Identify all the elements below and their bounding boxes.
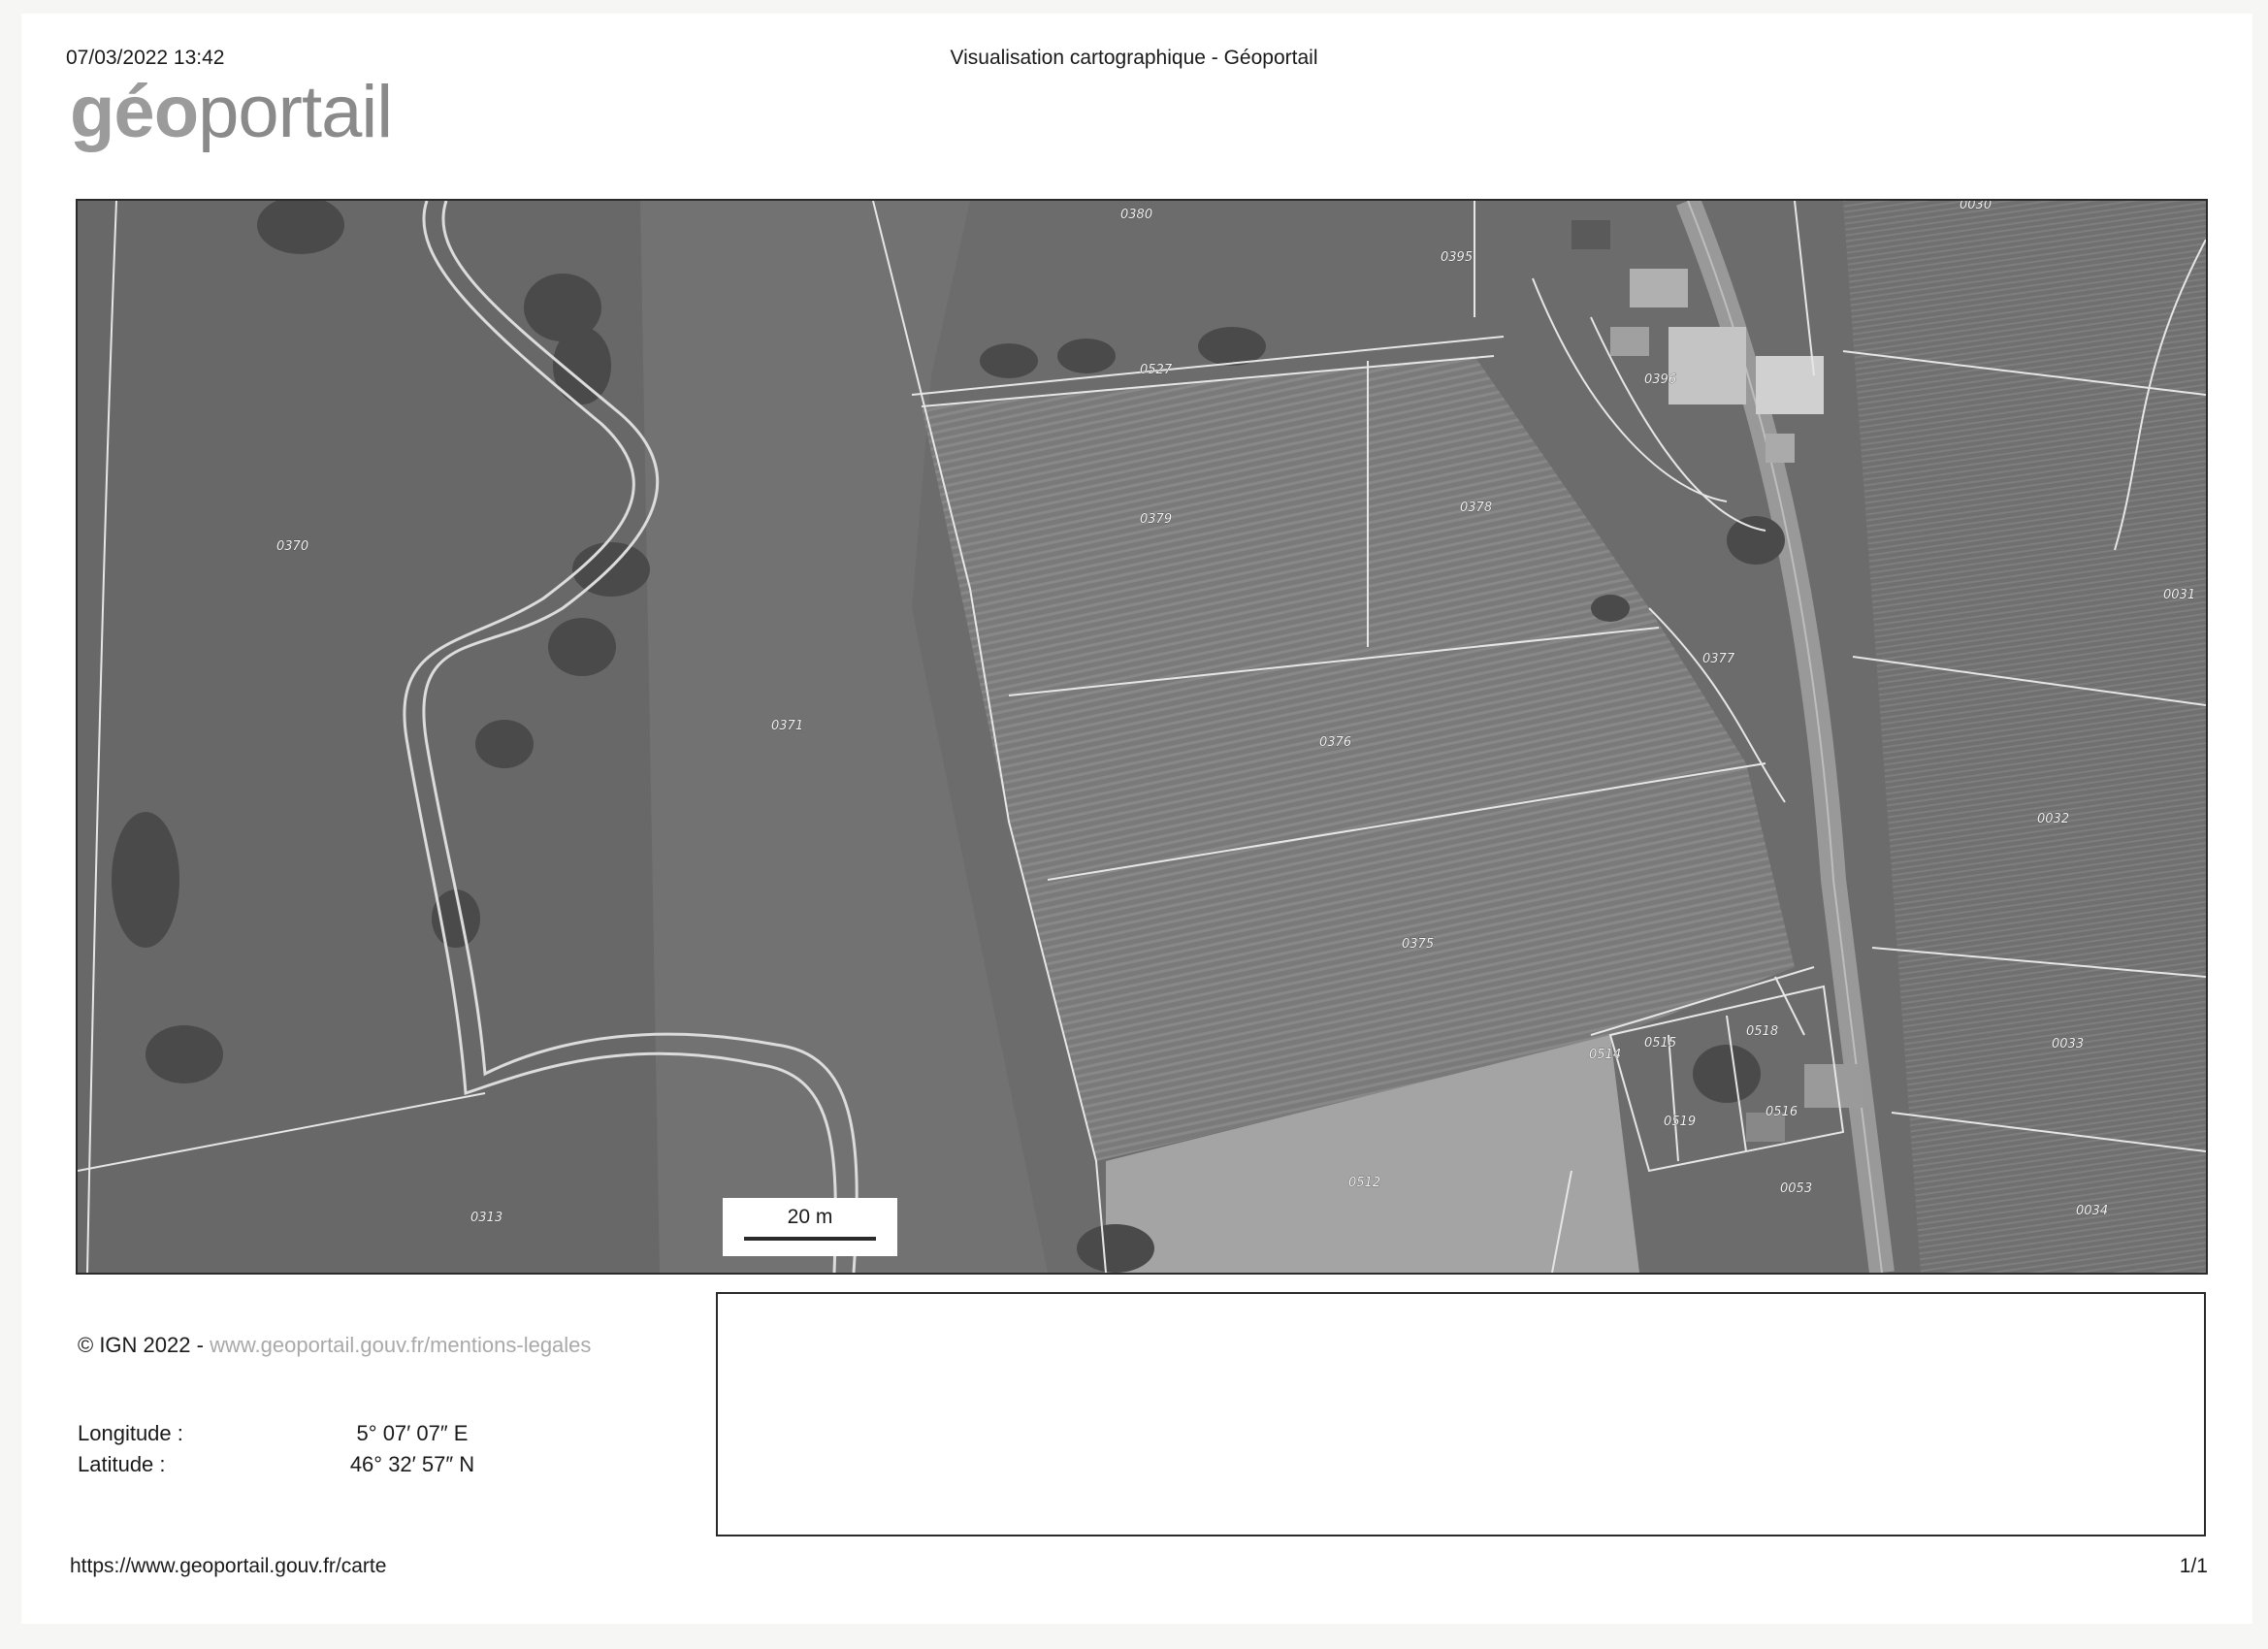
- copyright-ign: © IGN 2022 -: [78, 1333, 204, 1357]
- parcel-label: 0395: [1441, 250, 1473, 265]
- parcel-label: 0516: [1766, 1105, 1798, 1119]
- page-url[interactable]: https://www.geoportail.gouv.fr/carte: [70, 1555, 386, 1578]
- parcel-label: 0033: [2052, 1037, 2084, 1051]
- scale-bar: [744, 1237, 876, 1241]
- parcel-label: 0527: [1140, 363, 1173, 377]
- map-view[interactable]: 0380 0395 0030 0527 0396 0370 0379 0378 …: [76, 199, 2208, 1275]
- coordinates: Longitude : 5° 07′ 07″ E Latitude : 46° …: [78, 1418, 495, 1480]
- logo-part-geo: géo: [70, 71, 199, 153]
- parcel-label: 0396: [1644, 372, 1676, 387]
- map-scale: 20 m: [723, 1198, 897, 1256]
- longitude-value: 5° 07′ 07″ E: [356, 1421, 469, 1445]
- page-number: 1/1: [2179, 1555, 2208, 1577]
- parcel-label: 0053: [1780, 1181, 1812, 1196]
- parcel-label: 0034: [2076, 1204, 2108, 1218]
- parcel-label: 0378: [1460, 501, 1492, 515]
- longitude-label: Longitude :: [78, 1421, 183, 1445]
- parcel-label: 0031: [2163, 588, 2195, 602]
- parcel-label: 0370: [276, 539, 308, 554]
- longitude-row: Longitude : 5° 07′ 07″ E: [78, 1418, 495, 1449]
- parcel-label: 0379: [1140, 512, 1172, 527]
- parcel-label: 0313: [470, 1211, 502, 1225]
- parcel-label: 0371: [771, 719, 803, 733]
- parcel-label: 0515: [1644, 1036, 1676, 1051]
- copyright: © IGN 2022 - www.geoportail.gouv.fr/ment…: [78, 1333, 591, 1358]
- parcel-label: 0376: [1319, 735, 1351, 750]
- parcel-label: 0375: [1402, 937, 1434, 952]
- parcel-label: 0518: [1746, 1024, 1778, 1039]
- latitude-row: Latitude : 46° 32′ 57″ N: [78, 1449, 495, 1480]
- latitude-label: Latitude :: [78, 1452, 166, 1476]
- parcel-label: 0377: [1702, 652, 1735, 666]
- parcel-label: 0512: [1348, 1176, 1380, 1190]
- latitude-value: 46° 32′ 57″ N: [349, 1452, 475, 1476]
- comment-box[interactable]: [716, 1292, 2206, 1536]
- page-title: Visualisation cartographique - Géoportai…: [950, 47, 1318, 69]
- parcel-label: 0519: [1664, 1115, 1696, 1129]
- parcel-label: 0514: [1589, 1048, 1621, 1062]
- aerial-map[interactable]: 0380 0395 0030 0527 0396 0370 0379 0378 …: [78, 201, 2206, 1273]
- parcel-label: 0030: [1960, 201, 1992, 212]
- legal-notice-link[interactable]: www.geoportail.gouv.fr/mentions-legales: [210, 1333, 591, 1357]
- parcel-label: 0032: [2037, 812, 2069, 826]
- logo-part-portail: portail: [198, 71, 393, 153]
- geoportail-logo: géoportail: [70, 76, 393, 149]
- parcel-label: 0380: [1120, 208, 1152, 222]
- scale-label: 20 m: [787, 1206, 833, 1228]
